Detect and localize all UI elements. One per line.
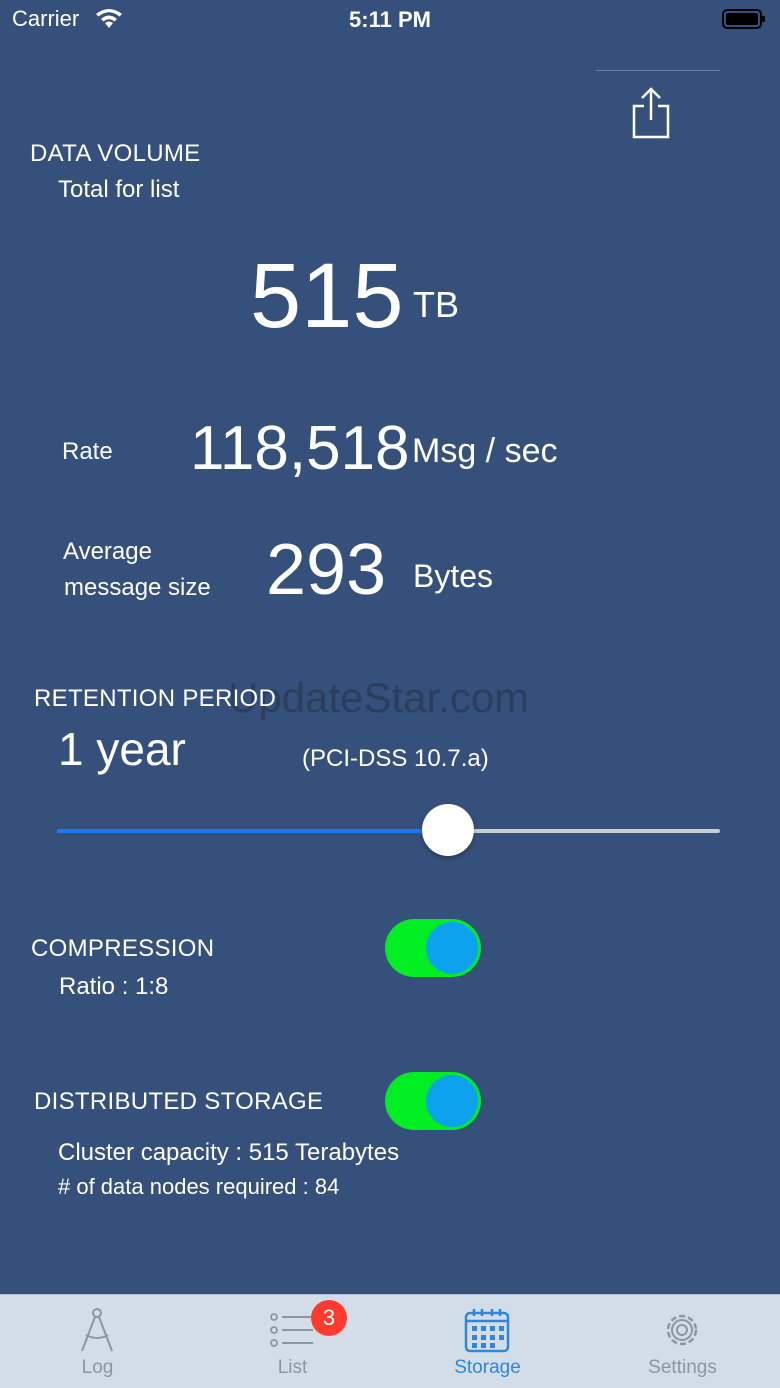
avg-size-unit: Bytes (413, 558, 494, 594)
data-volume-value: 515 (250, 245, 404, 347)
rate-unit: Msg / sec (412, 432, 558, 470)
rate-value: 118,518 (190, 414, 410, 483)
battery-icon (722, 9, 765, 29)
tab-settings[interactable]: Settings (585, 1295, 780, 1388)
clock-label: 5:11 PM (349, 7, 431, 32)
rate-label: Rate (62, 438, 113, 465)
compass-icon (81, 1308, 113, 1352)
distributed-storage-title: DISTRIBUTED STORAGE (34, 1088, 324, 1115)
data-volume-unit: TB (413, 284, 460, 325)
retention-slider-fill (57, 829, 449, 833)
data-volume-title: DATA VOLUME (30, 140, 201, 167)
tab-log[interactable]: Log (0, 1295, 195, 1388)
compression-ratio: Ratio : 1:8 (59, 973, 169, 1000)
tab-list-label: List (277, 1357, 308, 1378)
compression-toggle[interactable] (385, 919, 481, 977)
avg-size-label-line1: Average (63, 538, 152, 565)
retention-title: RETENTION PERIOD (34, 685, 277, 712)
avg-size-label-line2: message size (64, 574, 211, 601)
calendar-icon (464, 1309, 510, 1353)
divider (596, 70, 720, 71)
tab-log-label: Log (81, 1357, 114, 1378)
toggle-knob (426, 922, 478, 974)
data-volume-subtitle: Total for list (58, 176, 180, 203)
compression-title: COMPRESSION (31, 935, 215, 962)
list-icon (270, 1313, 313, 1347)
tab-storage[interactable]: Storage (390, 1295, 585, 1388)
tab-storage-label: Storage (454, 1357, 521, 1378)
data-nodes-required: # of data nodes required : 84 (58, 1174, 340, 1199)
avg-size-value: 293 (266, 530, 387, 610)
cluster-capacity: Cluster capacity : 515 Terabytes (58, 1139, 400, 1166)
retention-slider-thumb[interactable] (422, 804, 475, 856)
retention-note: (PCI-DSS 10.7.a) (302, 745, 489, 772)
toggle-knob (426, 1075, 478, 1127)
distributed-storage-toggle[interactable] (385, 1072, 481, 1130)
tab-list[interactable]: List (195, 1295, 390, 1388)
list-badge: 3 (311, 1300, 347, 1336)
tab-bar: Log List Storage Settings (0, 1294, 780, 1388)
share-icon[interactable] (630, 86, 672, 140)
retention-value: 1 year (58, 723, 186, 775)
tab-settings-label: Settings (648, 1357, 717, 1378)
gear-icon (666, 1314, 698, 1346)
